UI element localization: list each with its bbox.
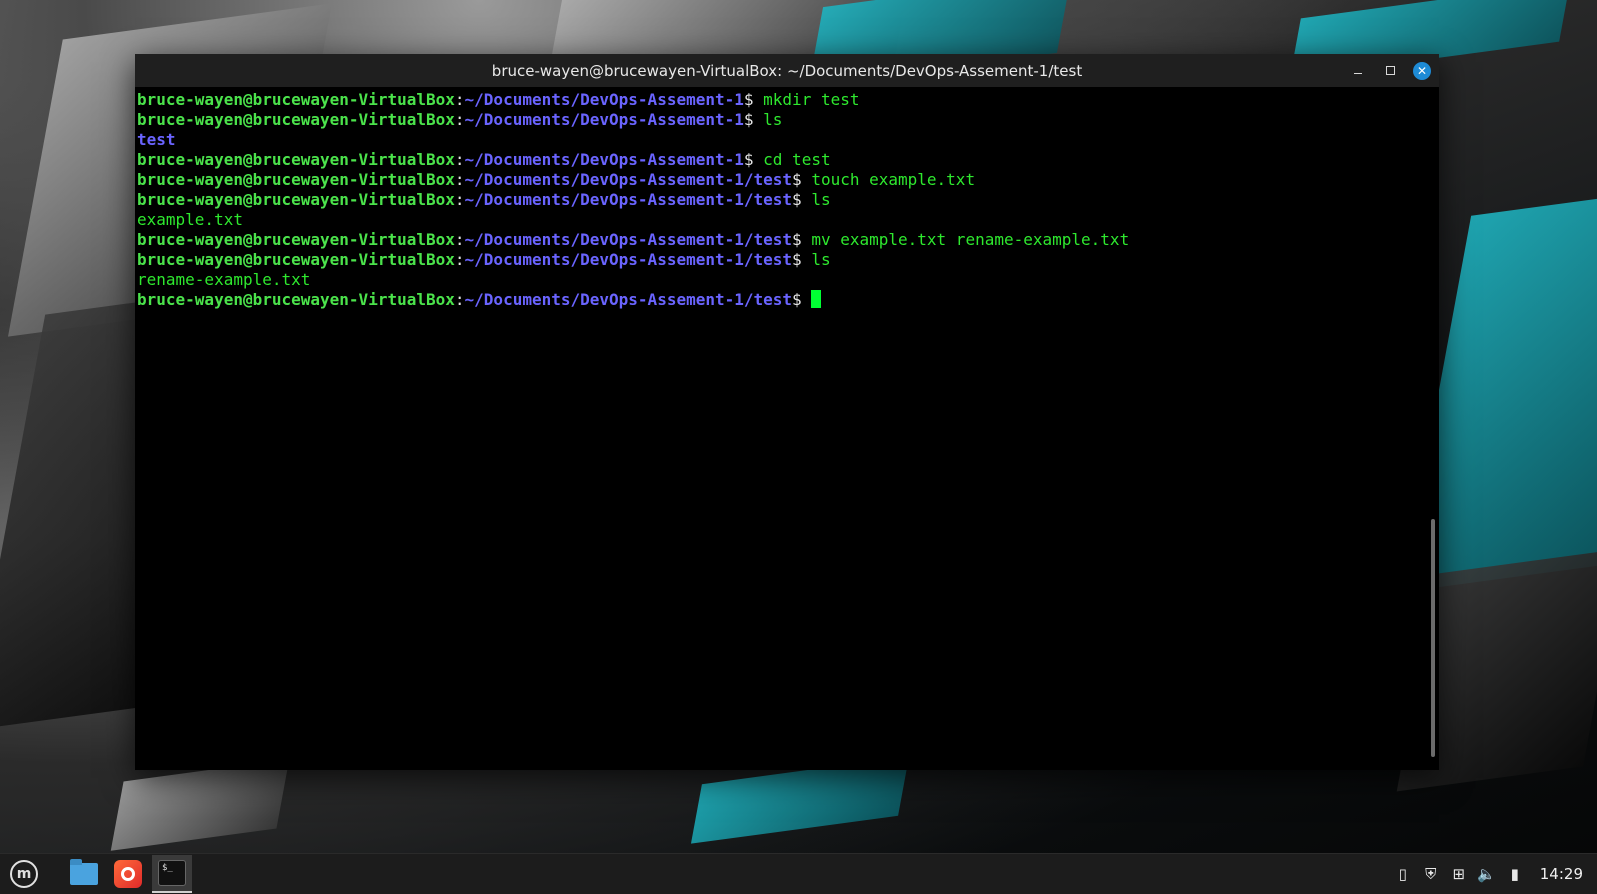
- command-text: ls: [811, 250, 831, 269]
- prompt-separator: :: [454, 230, 465, 249]
- maximize-button[interactable]: [1381, 62, 1399, 80]
- prompt-symbol: $: [792, 190, 812, 209]
- prompt-separator: :: [454, 190, 465, 209]
- close-icon: ✕: [1416, 63, 1428, 78]
- system-tray: ▯ ⛨ ⊞ 🔈 ▮ 14:29: [1394, 865, 1597, 883]
- prompt-separator: :: [454, 90, 465, 109]
- command-text: cd test: [763, 150, 831, 169]
- terminal-line: bruce-wayen@brucewayen-VirtualBox:~/Docu…: [137, 150, 1439, 170]
- taskbar-launchers: m $_: [0, 854, 192, 894]
- prompt-symbol: $: [743, 90, 764, 109]
- firefox-launcher[interactable]: [108, 855, 148, 893]
- maximize-icon: [1385, 66, 1395, 75]
- prompt-path: ~/Documents/DevOps-Assement-1: [464, 110, 744, 129]
- prompt-user: bruce-wayen@brucewayen-VirtualBox: [137, 250, 455, 269]
- battery-icon[interactable]: ▮: [1506, 865, 1524, 883]
- prompt-symbol: $: [792, 170, 812, 189]
- prompt-path: ~/Documents/DevOps-Assement-1: [464, 90, 744, 109]
- prompt-user: bruce-wayen@brucewayen-VirtualBox: [137, 290, 455, 309]
- file-entry: rename-example.txt: [137, 270, 311, 289]
- prompt-path: ~/Documents/DevOps-Assement-1/test: [464, 170, 793, 189]
- shield-icon[interactable]: ⛨: [1422, 865, 1440, 883]
- firefox-icon: [114, 860, 142, 888]
- linux-mint-icon: m: [10, 860, 38, 888]
- prompt-symbol: $: [792, 290, 812, 309]
- folder-icon: [70, 859, 98, 885]
- network-icon[interactable]: ⊞: [1450, 865, 1468, 883]
- terminal-line: bruce-wayen@brucewayen-VirtualBox:~/Docu…: [137, 90, 1439, 110]
- command-text: ls: [763, 110, 783, 129]
- terminal-line: bruce-wayen@brucewayen-VirtualBox:~/Docu…: [137, 230, 1439, 250]
- window-controls: ✕: [1349, 54, 1431, 87]
- command-text: touch example.txt: [811, 170, 976, 189]
- taskbar: m $_ ▯ ⛨ ⊞ 🔈 ▮ 14:29: [0, 853, 1597, 894]
- prompt-symbol: $: [792, 230, 812, 249]
- prompt-separator: :: [454, 170, 465, 189]
- terminal-output[interactable]: bruce-wayen@brucewayen-VirtualBox:~/Docu…: [135, 87, 1439, 770]
- volume-icon[interactable]: 🔈: [1477, 865, 1496, 883]
- prompt-separator: :: [454, 150, 465, 169]
- command-text: mkdir test: [763, 90, 860, 109]
- command-text: ls: [811, 190, 831, 209]
- close-button[interactable]: ✕: [1413, 61, 1431, 80]
- prompt-separator: :: [454, 290, 465, 309]
- text-cursor: [811, 290, 822, 308]
- prompt-user: bruce-wayen@brucewayen-VirtualBox: [137, 150, 455, 169]
- terminal-launcher[interactable]: $_: [152, 855, 192, 893]
- prompt-user: bruce-wayen@brucewayen-VirtualBox: [137, 230, 455, 249]
- prompt-separator: :: [454, 110, 465, 129]
- file-entry: example.txt: [137, 210, 243, 229]
- prompt-symbol: $: [743, 150, 764, 169]
- prompt-user: bruce-wayen@brucewayen-VirtualBox: [137, 190, 455, 209]
- minimize-icon: [1354, 73, 1362, 74]
- terminal-line: bruce-wayen@brucewayen-VirtualBox:~/Docu…: [137, 290, 1439, 310]
- clipboard-icon[interactable]: ▯: [1394, 865, 1412, 883]
- files-launcher[interactable]: [64, 855, 104, 893]
- prompt-path: ~/Documents/DevOps-Assement-1/test: [464, 230, 793, 249]
- prompt-symbol: $: [792, 250, 812, 269]
- prompt-user: bruce-wayen@brucewayen-VirtualBox: [137, 90, 455, 109]
- terminal-line: bruce-wayen@brucewayen-VirtualBox:~/Docu…: [137, 170, 1439, 190]
- wallpaper-shape: [110, 759, 290, 851]
- terminal-icon: $_: [158, 860, 186, 886]
- terminal-line: bruce-wayen@brucewayen-VirtualBox:~/Docu…: [137, 110, 1439, 130]
- terminal-line: test: [137, 130, 1439, 150]
- prompt-separator: :: [454, 250, 465, 269]
- terminal-line: bruce-wayen@brucewayen-VirtualBox:~/Docu…: [137, 250, 1439, 270]
- prompt-user: bruce-wayen@brucewayen-VirtualBox: [137, 110, 455, 129]
- window-title: bruce-wayen@brucewayen-VirtualBox: ~/Doc…: [491, 61, 1083, 80]
- terminal-line: bruce-wayen@brucewayen-VirtualBox:~/Docu…: [137, 190, 1439, 210]
- terminal-line: rename-example.txt: [137, 270, 1439, 290]
- terminal-line: example.txt: [137, 210, 1439, 230]
- prompt-path: ~/Documents/DevOps-Assement-1/test: [464, 190, 793, 209]
- scrollbar[interactable]: [1431, 519, 1435, 757]
- prompt-user: bruce-wayen@brucewayen-VirtualBox: [137, 170, 455, 189]
- prompt-path: ~/Documents/DevOps-Assement-1/test: [464, 250, 793, 269]
- terminal-window[interactable]: bruce-wayen@brucewayen-VirtualBox: ~/Doc…: [135, 54, 1439, 770]
- clock[interactable]: 14:29: [1540, 865, 1583, 883]
- window-titlebar[interactable]: bruce-wayen@brucewayen-VirtualBox: ~/Doc…: [135, 54, 1439, 87]
- menu-button[interactable]: m: [4, 855, 44, 893]
- command-text: mv example.txt rename-example.txt: [811, 230, 1130, 249]
- directory-entry: test: [137, 130, 176, 149]
- prompt-path: ~/Documents/DevOps-Assement-1/test: [464, 290, 793, 309]
- prompt-symbol: $: [743, 110, 764, 129]
- prompt-path: ~/Documents/DevOps-Assement-1: [464, 150, 744, 169]
- minimize-button[interactable]: [1349, 62, 1367, 80]
